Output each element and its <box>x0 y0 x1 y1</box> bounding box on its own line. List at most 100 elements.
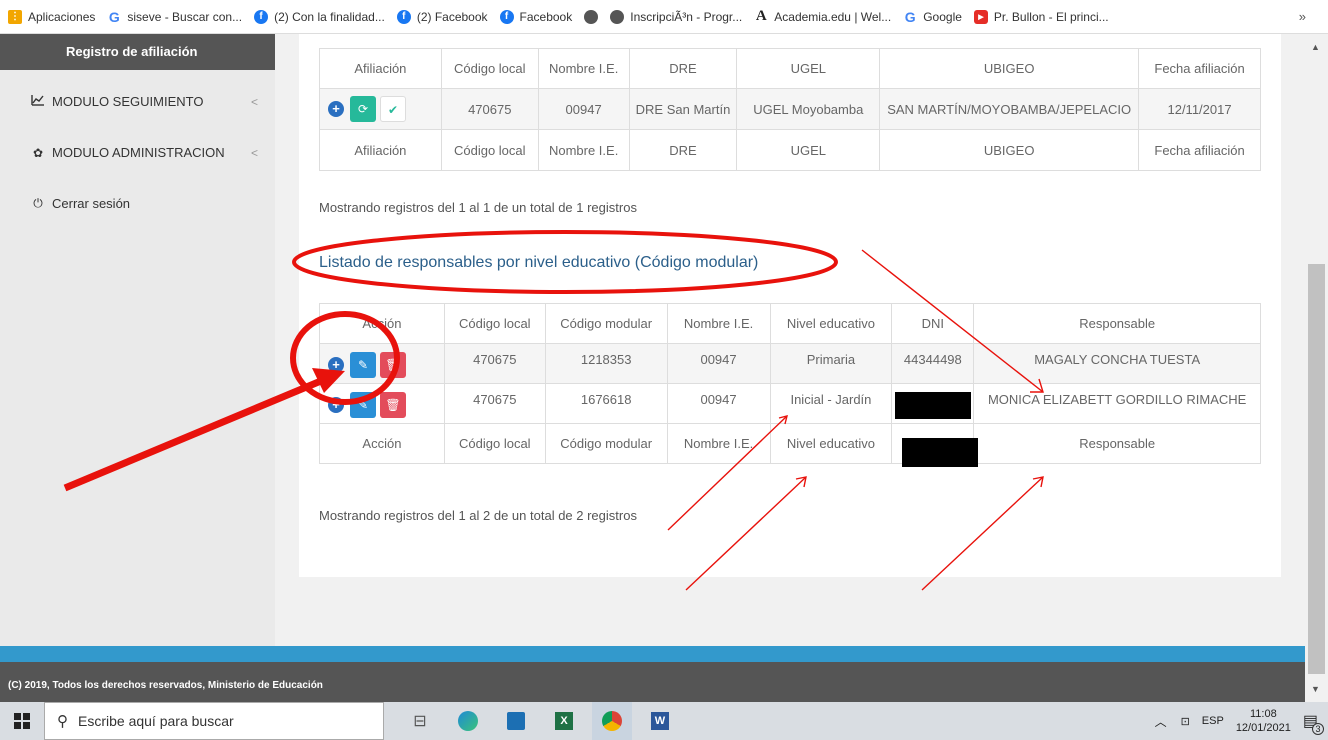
bookmark-con-la-finalidad[interactable]: f (2) Con la finalidad... <box>254 9 385 24</box>
bookmark-bullon[interactable]: ▶ Pr. Bullon - El princi... <box>973 9 1109 24</box>
system-tray: ︿ ⊡ ESP 11:08 12/01/2021 ▤ 3 <box>1155 702 1324 740</box>
table-footer-row: Afiliación Código local Nombre I.E. DRE … <box>319 129 1261 171</box>
scrollbar-thumb[interactable] <box>1308 264 1325 674</box>
column-header[interactable]: Responsable <box>973 303 1261 344</box>
expand-row-icon[interactable]: + <box>328 101 344 117</box>
check-button[interactable]: ✔ <box>380 96 406 122</box>
table-row: + ⟳ ✔ 470675 00947 DRE San Martín UGEL Moy… <box>319 88 1261 130</box>
sidebar-item-modulo-administracion[interactable]: ✿ MODULO ADMINISTRACION < <box>30 145 258 160</box>
footer-accent-bar <box>0 646 1305 662</box>
column-footer: Código modular <box>544 423 668 464</box>
vertical-scrollbar[interactable]: ▲ ▼ <box>1305 34 1328 702</box>
bookmark-facebook-2[interactable]: f (2) Facebook <box>396 9 488 24</box>
column-header[interactable]: DNI <box>891 303 975 344</box>
cell-codigo-modular: 1218353 <box>544 343 668 384</box>
google-icon: G <box>904 8 916 25</box>
youtube-icon: ▶ <box>973 9 988 24</box>
word-icon[interactable]: W <box>640 702 680 740</box>
column-footer: UGEL <box>736 129 881 171</box>
start-button[interactable] <box>0 702 44 740</box>
column-footer: Nivel educativo <box>769 423 893 464</box>
column-header[interactable]: Nivel educativo <box>769 303 893 344</box>
globe-icon <box>610 9 625 24</box>
edge-browser-icon[interactable] <box>448 702 488 740</box>
notifications-icon[interactable]: ▤ 3 <box>1303 711 1324 735</box>
cell-nombre-ie: 00947 <box>666 343 771 384</box>
bookmark-apps[interactable]: ⋮ Aplicaciones <box>8 9 95 24</box>
column-header[interactable]: UBIGEO <box>879 48 1140 89</box>
column-footer: Fecha afiliación <box>1138 129 1261 171</box>
scroll-up-arrow-icon[interactable]: ▲ <box>1311 42 1320 52</box>
bookmarks-overflow-button[interactable]: » <box>1299 9 1306 24</box>
network-icon[interactable]: ⊡ <box>1181 715 1190 728</box>
expand-row-icon[interactable]: + <box>328 357 344 373</box>
bookmark-siseve[interactable]: Gsiseve - Buscar con... <box>107 8 242 25</box>
cell-nombre-ie: 00947 <box>666 383 771 424</box>
chevron-up-icon[interactable]: ︿ <box>1155 713 1167 730</box>
gear-icon: ✿ <box>32 145 44 160</box>
delete-button[interactable]: 🗑 <box>380 392 406 418</box>
column-footer: UBIGEO <box>879 129 1140 171</box>
action-cell: + ✎ 🗑 <box>319 383 445 424</box>
table-row: + ✎ 🗑 470675 1218353 00947 Primaria 443444… <box>319 343 1261 384</box>
cell-responsable: MONICA ELIZABETT GORDILLO RIMACHE <box>973 383 1261 424</box>
section-title: Listado de responsables por nivel educat… <box>319 254 759 271</box>
cell-ugel: UGEL Moyobamba <box>736 88 881 130</box>
taskbar-search-box[interactable]: ⚲ Escribe aquí para buscar <box>44 702 384 740</box>
bookmark-inscripcion[interactable]: InscripciÃ³n - Progr... <box>610 9 742 24</box>
column-header[interactable]: Nombre I.E. <box>537 48 630 89</box>
cell-codigo-local: 470675 <box>440 88 539 130</box>
cell-nivel-educativo: Inicial - Jardín <box>769 383 893 424</box>
column-header[interactable]: Código local <box>443 303 546 344</box>
chevron-left-icon: < <box>250 94 258 109</box>
column-header[interactable]: Afiliación <box>319 48 442 89</box>
delete-button[interactable]: 🗑 <box>380 352 406 378</box>
language-indicator[interactable]: ESP <box>1202 715 1224 727</box>
table-footer-row: Acción Código local Código modular Nombr… <box>319 423 1261 464</box>
bookmark-facebook[interactable]: f Facebook <box>499 9 572 24</box>
column-header[interactable]: DRE <box>628 48 738 89</box>
excel-icon[interactable]: X <box>544 702 584 740</box>
column-header[interactable]: UGEL <box>736 48 881 89</box>
content-panel: Afiliación Código local Nombre I.E. DRE … <box>299 34 1281 577</box>
bookmark-academia[interactable]: A Academia.edu | Wel... <box>754 8 891 24</box>
column-footer: Responsable <box>973 423 1261 464</box>
column-header[interactable]: Código modular <box>544 303 668 344</box>
sidebar-item-modulo-seguimiento[interactable]: MODULO SEGUIMIENTO < <box>30 94 258 109</box>
refresh-button[interactable]: ⟳ <box>350 96 376 122</box>
column-header[interactable]: Nombre I.E. <box>666 303 771 344</box>
affiliation-table: Afiliación Código local Nombre I.E. DRE … <box>319 48 1261 171</box>
redaction-box <box>895 392 971 419</box>
bookmark-globe[interactable] <box>584 9 604 24</box>
windows-logo-icon <box>14 713 30 729</box>
task-view-icon[interactable]: ⊟ <box>400 702 440 740</box>
column-header[interactable]: Fecha afiliación <box>1138 48 1261 89</box>
chrome-icon[interactable] <box>592 702 632 740</box>
bookmark-google[interactable]: G Google <box>903 8 962 25</box>
chevron-left-icon: < <box>250 145 258 160</box>
edit-button[interactable]: ✎ <box>350 352 376 378</box>
column-footer: Nombre I.E. <box>537 129 630 171</box>
sidebar-item-label: MODULO ADMINISTRACION <box>52 145 225 160</box>
affiliation-table-info: Mostrando registros del 1 al 1 de un tot… <box>319 200 637 215</box>
sidebar-header[interactable]: Registro de afiliación <box>0 34 275 70</box>
column-header[interactable]: Acción <box>319 303 445 344</box>
sidebar-item-cerrar-sesion[interactable]: ⏻ Cerrar sesión <box>30 196 258 211</box>
power-icon: ⏻ <box>33 196 43 210</box>
sidebar-item-label: Cerrar sesión <box>52 196 131 211</box>
column-footer: Código local <box>443 423 546 464</box>
column-footer: DRE <box>628 129 738 171</box>
store-app-icon[interactable] <box>496 702 536 740</box>
scroll-down-arrow-icon[interactable]: ▼ <box>1311 684 1320 694</box>
column-footer: Código local <box>440 129 539 171</box>
google-icon: G <box>108 8 120 25</box>
expand-row-icon[interactable]: + <box>328 397 344 413</box>
clock[interactable]: 11:08 12/01/2021 <box>1236 707 1291 735</box>
cell-responsable: MAGALY CONCHA TUESTA <box>973 343 1261 384</box>
column-header[interactable]: Código local <box>440 48 539 89</box>
column-footer: Afiliación <box>319 129 442 171</box>
edit-button[interactable]: ✎ <box>350 392 376 418</box>
responsables-table: Acción Código local Código modular Nombr… <box>319 303 1261 464</box>
table-header-row: Afiliación Código local Nombre I.E. DRE … <box>319 48 1261 89</box>
redaction-box <box>902 438 978 467</box>
